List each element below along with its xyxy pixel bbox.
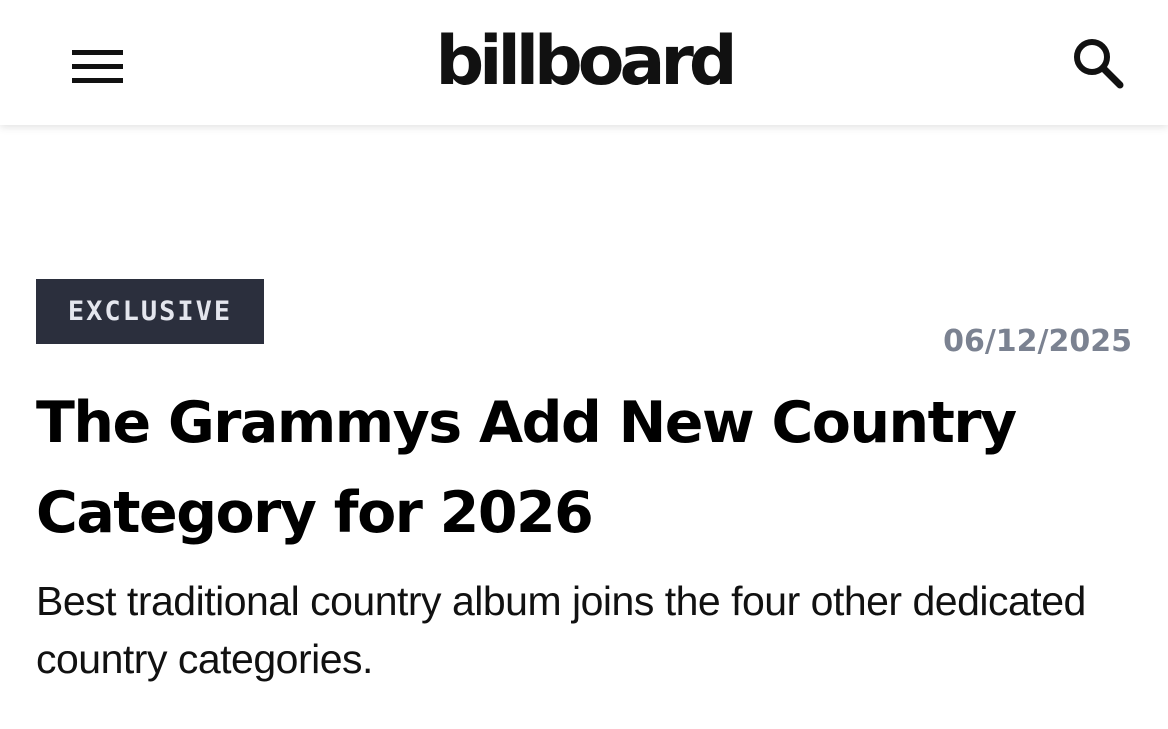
site-header: billboard [0, 0, 1168, 125]
exclusive-tag[interactable]: EXCLUSIVE [36, 279, 264, 344]
article-date: 06/12/2025 [943, 324, 1132, 359]
billboard-logo[interactable]: billboard [0, 20, 1168, 104]
search-icon [1074, 39, 1124, 89]
article-headline: The Grammys Add New Country Category for… [36, 390, 1017, 546]
article-dek: Best traditional country album joins the… [36, 578, 1086, 682]
search-button[interactable] [1058, 30, 1134, 98]
